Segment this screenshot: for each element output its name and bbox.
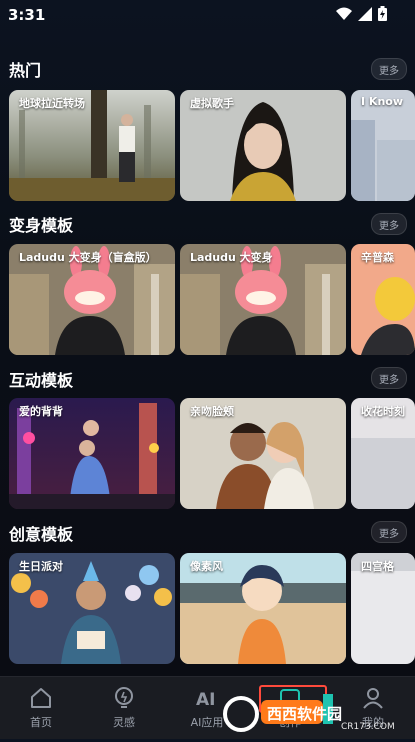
card-title: Ladudu 大变身 [190,251,273,264]
template-card[interactable]: I Know [351,90,415,201]
template-card[interactable]: 亲吻脸颊 [180,398,346,509]
status-icons [336,6,387,21]
more-button-transform[interactable]: 更多 [371,213,407,235]
template-card[interactable]: 辛普森 [351,244,415,355]
watermark-url: CR173.COM [341,722,395,732]
svg-text:AI: AI [196,690,215,710]
template-card[interactable]: Ladudu 大变身 [180,244,346,355]
template-card[interactable]: Ladudu 大变身（盲盒版） [9,244,175,355]
template-card[interactable]: 四宫格 [351,553,415,664]
tab-home[interactable]: 首页 [11,685,71,737]
status-time: 3:31 [8,6,46,24]
home-icon [31,688,51,708]
card-title: 爱的背背 [19,405,63,418]
site-watermark: 西西软件园 CR173.COM [223,684,403,738]
card-title: 地球拉近转场 [19,97,85,110]
section-title-interactive: 互动模板 [9,371,74,390]
more-button-interactive[interactable]: 更多 [371,367,407,389]
section-title-creative: 创意模板 [9,525,74,544]
lightbulb-icon [115,687,133,708]
ai-icon: AI [196,690,215,710]
template-card[interactable]: 地球拉近转场 [9,90,175,201]
card-title: 收花时刻 [361,405,405,418]
template-card[interactable]: 生日派对 [9,553,175,664]
card-title: Ladudu 大变身（盲盒版） [19,251,157,264]
more-button-hot[interactable]: 更多 [371,58,407,80]
card-title: 生日派对 [19,560,63,573]
template-card[interactable]: 虚拟歌手 [180,90,346,201]
card-title: 亲吻脸颊 [190,405,234,418]
card-title: 四宫格 [361,560,394,573]
tab-label: 首页 [30,716,52,729]
battery-icon [378,6,387,21]
tab-inspiration[interactable]: 灵感 [94,685,154,737]
tab-label: 灵感 [113,716,135,729]
card-title: I Know [361,95,403,108]
status-bar: 3:31 [0,0,415,30]
signal-icon [358,6,372,21]
section-title-transform: 变身模板 [9,216,74,235]
template-card[interactable]: 像素风 [180,553,346,664]
tab-label: AI应用 [190,716,224,729]
template-card[interactable]: 收花时刻 [351,398,415,509]
template-card[interactable]: 爱的背背 [9,398,175,509]
section-title-hot: 热门 [9,61,42,80]
watermark-brand: 西西软件园 [267,705,343,723]
more-button-creative[interactable]: 更多 [371,521,407,543]
card-title: 辛普森 [361,251,394,264]
wifi-icon [336,7,352,20]
card-title: 像素风 [190,560,223,573]
card-title: 虚拟歌手 [190,97,234,110]
